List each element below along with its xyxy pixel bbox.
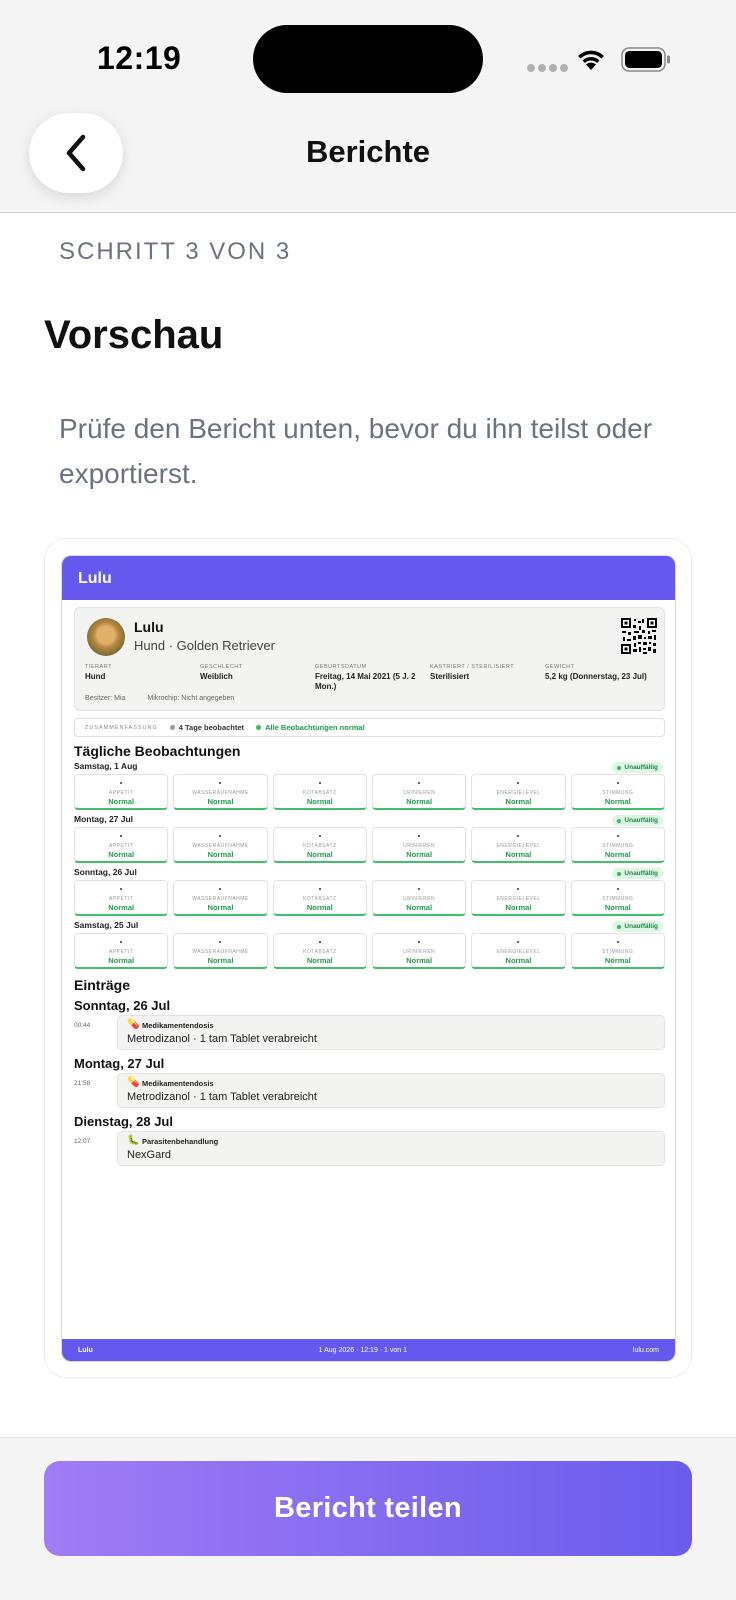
status-time: 12:19 xyxy=(97,40,182,76)
daily-observations-title: Tägliche Beobachtungen xyxy=(74,743,241,759)
microchip-text: Mikrochip: Nicht angegeben xyxy=(147,695,235,702)
observation-cell: URINIEREN Normal xyxy=(371,933,467,969)
cellular-signal-icon xyxy=(527,64,568,72)
gray-dot-icon xyxy=(169,725,175,730)
entry-time: 00:44 xyxy=(74,1022,91,1029)
top-bar: 12:19 Berichte xyxy=(0,0,736,213)
footer-left: Lulu xyxy=(78,1346,93,1354)
qr-code-icon xyxy=(621,618,657,654)
observation-cell: URINIEREN Normal xyxy=(371,880,467,916)
day-label: Samstag, 25 Jul xyxy=(74,920,139,930)
section-heading: Vorschau xyxy=(44,313,224,357)
report-header: Lulu xyxy=(62,556,675,600)
status-badge: Unauffällig xyxy=(612,762,663,773)
day-label: Samstag, 1 Aug xyxy=(74,761,138,771)
entries-title: Einträge xyxy=(74,977,131,993)
green-dot-icon xyxy=(617,818,622,823)
summary-bar: ZUSAMMENFASSUNG 4 Tage beobachtet Alle B… xyxy=(74,718,665,737)
observation-cell: ENERGIELEVEL Normal xyxy=(471,774,566,810)
observation-cell: KOTABSATZ Normal xyxy=(272,774,367,810)
dynamic-island xyxy=(253,25,483,93)
footer-right: lulu.com xyxy=(632,1346,659,1354)
green-dot-icon xyxy=(617,924,622,929)
report-footer: Lulu 1 Aug 2026 · 12:19 · 1 von 1 lulu.c… xyxy=(62,1339,675,1361)
entry-day: Sonntag, 26 Jul xyxy=(74,998,171,1013)
observation-cell: KOTABSATZ Normal xyxy=(272,827,367,863)
observation-cell: STIMMUNG Normal xyxy=(570,774,665,810)
entry-text: Metrodizanol · 1 tam Tablet verabreicht xyxy=(127,1033,317,1045)
green-dot-icon xyxy=(617,871,622,876)
pet-field: GESCHLECHT Weiblich xyxy=(200,664,243,681)
pet-field: GEWICHT 5,2 kg (Donnerstag, 23 Jul) xyxy=(545,664,647,681)
description-text: Prüfe den Bericht unten, bevor du ihn te… xyxy=(59,413,653,489)
entry-text: NexGard xyxy=(127,1149,172,1161)
observation-cell: KOTABSATZ Normal xyxy=(272,880,367,916)
footer-center: 1 Aug 2026 · 12:19 · 1 von 1 xyxy=(318,1346,408,1354)
share-report-button[interactable]: Bericht teilen xyxy=(44,1461,692,1556)
entry-day: Dienstag, 28 Jul xyxy=(74,1114,173,1129)
observation-row: APPETIT Normal WASSERAUFNAHME Normal KOTABSA… xyxy=(74,933,665,969)
observation-cell: WASSERAUFNAHME Normal xyxy=(173,933,268,969)
day-label: Sonntag, 26 Jul xyxy=(74,867,137,877)
pet-name: Lulu xyxy=(134,619,164,635)
observation-cell: ENERGIELEVEL Normal xyxy=(471,827,566,863)
observation-cell: APPETIT Normal xyxy=(74,827,169,863)
observation-row: APPETIT Normal WASSERAUFNAHME Normal KOTABSA… xyxy=(74,827,665,863)
pet-avatar xyxy=(87,618,125,656)
observation-cell: WASSERAUFNAHME Normal xyxy=(173,880,268,916)
status-badge: Unauffällig xyxy=(612,868,663,879)
pet-field: TIERART Hund xyxy=(85,664,112,681)
entry-type: Parasitenbehandlung xyxy=(142,1137,219,1146)
observation-cell: STIMMUNG Normal xyxy=(570,933,665,969)
pill-icon: 💊 xyxy=(127,1019,140,1030)
battery-icon xyxy=(621,47,670,72)
entry-card[interactable]: 💊 Medikamentendosis Metrodizanol · 1 tam T… xyxy=(117,1073,665,1108)
pill-icon: 💊 xyxy=(127,1077,140,1088)
pet-fields: TIERART Hund GESCHLECHT Weiblich GEBURTSDA… xyxy=(85,664,660,692)
pet-info-card: Lulu Hund · Golden Retriever TIERART Hund… xyxy=(74,607,665,711)
entry-type: Medikamentendosis xyxy=(142,1079,214,1088)
green-dot-icon xyxy=(617,765,622,770)
observation-cell: KOTABSATZ Normal xyxy=(272,933,367,969)
observation-cell: URINIEREN Normal xyxy=(371,774,467,810)
observation-cell: APPETIT Normal xyxy=(74,933,169,969)
wifi-icon xyxy=(578,50,604,70)
status-badge: Unauffällig xyxy=(612,921,663,932)
step-indicator: SCHRITT 3 VON 3 xyxy=(59,238,292,265)
bug-icon: 🐛 xyxy=(127,1135,140,1146)
entry-text: Metrodizanol · 1 tam Tablet verabreicht xyxy=(127,1091,317,1103)
entry-card[interactable]: 🐛 Parasitenbehandlung NexGard xyxy=(117,1131,665,1166)
entry-type: Medikamentendosis xyxy=(142,1021,214,1030)
entry-time: 12:07 xyxy=(74,1138,91,1145)
day-label: Montag, 27 Jul xyxy=(74,814,134,824)
pet-subtitle: Hund · Golden Retriever xyxy=(134,638,275,653)
observation-cell: URINIEREN Normal xyxy=(371,827,467,863)
observation-cell: STIMMUNG Normal xyxy=(570,880,665,916)
observation-cell: APPETIT Normal xyxy=(74,880,169,916)
observation-cell: ENERGIELEVEL Normal xyxy=(471,880,566,916)
report-document[interactable]: Lulu Lulu Hund · Golden Retriever TIERAR… xyxy=(61,555,676,1362)
observation-cell: APPETIT Normal xyxy=(74,774,169,810)
entry-day: Montag, 27 Jul xyxy=(74,1056,165,1071)
page-title: Berichte xyxy=(305,134,431,169)
pet-field: GEBURTSDATUM Freitag, 14 Mai 2021 (5 J. 2… xyxy=(315,664,416,691)
pet-field: KASTRIERT / STERILISIERT Sterilisiert xyxy=(430,664,515,681)
entry-card[interactable]: 💊 Medikamentendosis Metrodizanol · 1 tam T… xyxy=(117,1015,665,1050)
owner-info: Besitzer: Mia Mikrochip: Nicht angegeben xyxy=(85,695,234,702)
observation-cell: ENERGIELEVEL Normal xyxy=(471,933,566,969)
observation-cell: STIMMUNG Normal xyxy=(570,827,665,863)
observation-cell: WASSERAUFNAHME Normal xyxy=(173,774,268,810)
summary-observed: 4 Tage beobachtet xyxy=(169,723,244,732)
summary-label: ZUSAMMENFASSUNG xyxy=(85,724,158,731)
summary-all-normal: Alle Beobachtungen normal xyxy=(256,723,365,732)
entry-time: 21:58 xyxy=(74,1080,91,1087)
green-dot-icon xyxy=(256,725,262,730)
observation-row: APPETIT Normal WASSERAUFNAHME Normal KOTABSA… xyxy=(74,774,665,810)
observation-row: APPETIT Normal WASSERAUFNAHME Normal KOTABSA… xyxy=(74,880,665,916)
status-badge: Unauffällig xyxy=(612,815,663,826)
owner-text: Besitzer: Mia xyxy=(85,695,126,702)
observation-cell: WASSERAUFNAHME Normal xyxy=(173,827,268,863)
